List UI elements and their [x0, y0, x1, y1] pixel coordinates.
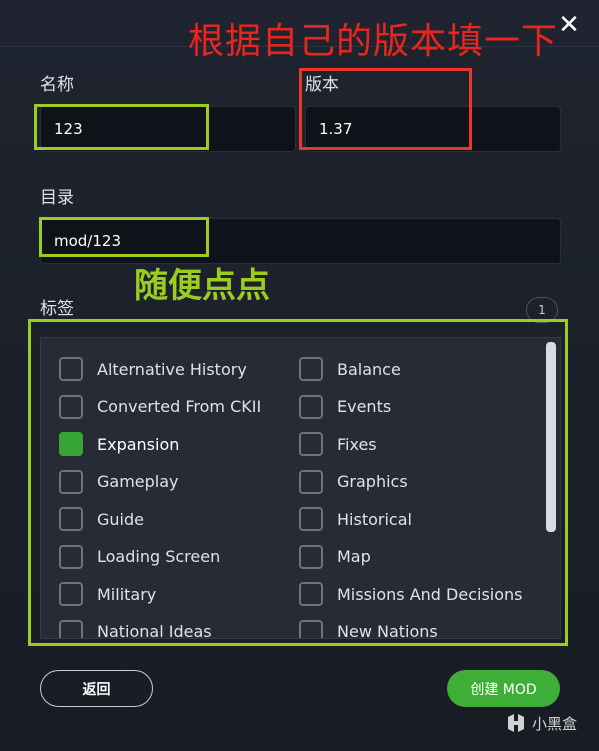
tags-scrollbar[interactable] — [546, 342, 556, 532]
tag-option[interactable]: Alternative History — [59, 356, 247, 382]
annotation-title: 根据自己的版本填一下 — [188, 21, 559, 62]
checkbox[interactable] — [299, 544, 323, 569]
tag-option[interactable]: Converted From CKII — [59, 394, 261, 420]
directory-input[interactable] — [41, 219, 560, 263]
checkbox[interactable] — [59, 544, 83, 569]
version-label: 版本 — [305, 75, 339, 95]
checkbox[interactable] — [299, 394, 323, 419]
checkbox[interactable] — [299, 432, 323, 456]
checkbox[interactable] — [59, 507, 83, 531]
tag-option[interactable]: Loading Screen — [59, 544, 220, 570]
watermark-text: 小黑盒 — [532, 714, 578, 733]
checkbox[interactable] — [299, 507, 323, 531]
tag-option[interactable]: New Nations — [299, 619, 438, 639]
close-icon[interactable]: ✕ — [556, 12, 582, 38]
selected-count-badge: 1 — [526, 297, 558, 323]
tag-label: Graphics — [337, 472, 408, 491]
tag-label: Missions And Decisions — [337, 584, 523, 604]
checkbox[interactable] — [59, 469, 83, 494]
name-field[interactable] — [40, 106, 296, 152]
checkbox[interactable] — [299, 357, 323, 381]
checkbox[interactable] — [59, 394, 83, 419]
tag-label: Guide — [97, 509, 144, 529]
tag-option[interactable]: Map — [299, 544, 371, 570]
tags-panel: Alternative History Converted From CKII Ex… — [40, 337, 561, 639]
annotation-tags: 随便点点 — [134, 266, 270, 306]
checkbox[interactable] — [59, 582, 83, 606]
tag-label: National Ideas — [97, 622, 212, 639]
version-input[interactable] — [306, 107, 560, 151]
directory-field[interactable] — [40, 218, 561, 264]
tag-label: Expansion — [97, 434, 180, 454]
tag-option[interactable]: Balance — [299, 356, 401, 382]
tag-option[interactable]: Missions And Decisions — [299, 581, 523, 607]
name-input[interactable] — [41, 107, 295, 151]
tag-label: Loading Screen — [97, 547, 221, 566]
back-button[interactable]: 返回 — [40, 670, 153, 707]
tag-label: Historical — [337, 509, 412, 529]
checkbox-checked[interactable] — [59, 432, 83, 456]
create-mod-button[interactable]: 创建 MOD — [447, 670, 560, 707]
name-label: 名称 — [40, 75, 74, 95]
tag-option[interactable]: Military — [59, 581, 156, 607]
tag-label: Military — [97, 584, 157, 604]
tag-label: Gameplay — [97, 472, 179, 491]
tag-option[interactable]: Gameplay — [59, 469, 179, 495]
version-field[interactable] — [305, 106, 561, 152]
watermark: 小黑盒 — [505, 710, 577, 736]
tag-option[interactable]: Graphics — [299, 469, 408, 495]
checkbox[interactable] — [59, 619, 83, 638]
checkbox[interactable] — [299, 619, 323, 638]
tag-option[interactable]: Expansion — [59, 431, 179, 457]
heybox-logo-icon — [505, 712, 527, 734]
tag-label: Fixes — [337, 434, 377, 454]
tag-option[interactable]: Historical — [299, 506, 412, 532]
tags-label: 标签 — [40, 299, 74, 319]
checkbox[interactable] — [299, 469, 323, 494]
directory-label: 目录 — [40, 188, 74, 208]
tag-label: Map — [337, 547, 371, 566]
checkbox[interactable] — [299, 582, 323, 606]
tag-label: Events — [337, 397, 392, 416]
tag-option[interactable]: Guide — [59, 506, 144, 532]
checkbox[interactable] — [59, 357, 83, 381]
tag-label: New Nations — [337, 622, 438, 639]
tag-option[interactable]: Fixes — [299, 431, 377, 457]
tag-label: Alternative History — [97, 359, 247, 379]
tag-option[interactable]: National Ideas — [59, 619, 212, 639]
tag-option[interactable]: Events — [299, 394, 391, 420]
tag-label: Balance — [337, 359, 401, 379]
tag-label: Converted From CKII — [97, 397, 262, 416]
